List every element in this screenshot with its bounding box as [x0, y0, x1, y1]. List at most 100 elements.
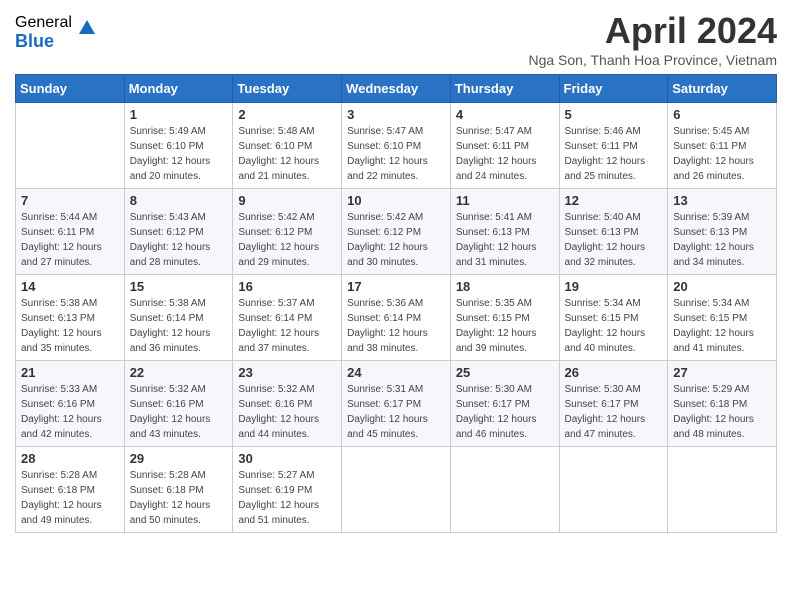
calendar-week-3: 14 Sunrise: 5:38 AM Sunset: 6:13 PM Dayli… — [16, 275, 777, 361]
day-info: Sunrise: 5:35 AM Sunset: 6:15 PM Dayligh… — [456, 296, 554, 356]
calendar-cell: 26 Sunrise: 5:30 AM Sunset: 6:17 PM Dayli… — [559, 361, 668, 447]
day-number: 6 — [673, 107, 771, 122]
calendar: SundayMondayTuesdayWednesdayThursdayFrid… — [15, 74, 777, 533]
calendar-cell: 21Sunrise: 5:33 AM Sunset: 6:16 PM Dayli… — [16, 361, 125, 447]
calendar-header-wednesday: Wednesday — [342, 75, 451, 103]
day-info: Sunrise: 5:42 AM Sunset: 6:12 PM Dayligh… — [347, 210, 445, 270]
calendar-header-sunday: Sunday — [16, 75, 125, 103]
day-info: Sunrise: 5:28 AM Sunset: 6:18 PM Dayligh… — [130, 468, 228, 528]
day-number: 16 — [238, 279, 336, 294]
day-info: Sunrise: 5:45 AM Sunset: 6:11 PM Dayligh… — [673, 124, 771, 184]
calendar-week-1: 1 Sunrise: 5:49 AM Sunset: 6:10 PM Daylig… — [16, 103, 777, 189]
calendar-cell: 1 Sunrise: 5:49 AM Sunset: 6:10 PM Daylig… — [124, 103, 233, 189]
day-info: Sunrise: 5:41 AM Sunset: 6:13 PM Dayligh… — [456, 210, 554, 270]
calendar-cell: 10Sunrise: 5:42 AM Sunset: 6:12 PM Dayli… — [342, 189, 451, 275]
calendar-cell — [668, 447, 777, 533]
calendar-cell — [450, 447, 559, 533]
day-info: Sunrise: 5:40 AM Sunset: 6:13 PM Dayligh… — [565, 210, 663, 270]
day-number: 19 — [565, 279, 663, 294]
calendar-cell: 9Sunrise: 5:42 AM Sunset: 6:12 PM Daylig… — [233, 189, 342, 275]
calendar-cell: 4 Sunrise: 5:47 AM Sunset: 6:11 PM Daylig… — [450, 103, 559, 189]
day-number: 2 — [238, 107, 336, 122]
day-number: 3 — [347, 107, 445, 122]
day-info: Sunrise: 5:31 AM Sunset: 6:17 PM Dayligh… — [347, 382, 445, 442]
subtitle: Nga Son, Thanh Hoa Province, Vietnam — [528, 52, 777, 68]
calendar-header-tuesday: Tuesday — [233, 75, 342, 103]
day-number: 23 — [238, 365, 336, 380]
day-info: Sunrise: 5:47 AM Sunset: 6:11 PM Dayligh… — [456, 124, 554, 184]
calendar-cell: 24Sunrise: 5:31 AM Sunset: 6:17 PM Dayli… — [342, 361, 451, 447]
page-header: General Blue April 2024 Nga Son, Thanh H… — [15, 10, 777, 68]
calendar-cell: 5Sunrise: 5:46 AM Sunset: 6:11 PM Daylig… — [559, 103, 668, 189]
day-info: Sunrise: 5:30 AM Sunset: 6:17 PM Dayligh… — [565, 382, 663, 442]
calendar-header-monday: Monday — [124, 75, 233, 103]
day-number: 7 — [21, 193, 119, 208]
day-info: Sunrise: 5:34 AM Sunset: 6:15 PM Dayligh… — [565, 296, 663, 356]
calendar-cell: 30Sunrise: 5:27 AM Sunset: 6:19 PM Dayli… — [233, 447, 342, 533]
calendar-cell: 11 Sunrise: 5:41 AM Sunset: 6:13 PM Dayli… — [450, 189, 559, 275]
calendar-cell: 6 Sunrise: 5:45 AM Sunset: 6:11 PM Daylig… — [668, 103, 777, 189]
day-number: 27 — [673, 365, 771, 380]
title-block: April 2024 Nga Son, Thanh Hoa Province, … — [528, 10, 777, 68]
day-info: Sunrise: 5:38 AM Sunset: 6:13 PM Dayligh… — [21, 296, 119, 356]
calendar-cell: 20Sunrise: 5:34 AM Sunset: 6:15 PM Dayli… — [668, 275, 777, 361]
day-number: 17 — [347, 279, 445, 294]
calendar-cell: 17 Sunrise: 5:36 AM Sunset: 6:14 PM Dayli… — [342, 275, 451, 361]
calendar-week-4: 21Sunrise: 5:33 AM Sunset: 6:16 PM Dayli… — [16, 361, 777, 447]
calendar-cell: 7 Sunrise: 5:44 AM Sunset: 6:11 PM Daylig… — [16, 189, 125, 275]
day-info: Sunrise: 5:30 AM Sunset: 6:17 PM Dayligh… — [456, 382, 554, 442]
day-info: Sunrise: 5:47 AM Sunset: 6:10 PM Dayligh… — [347, 124, 445, 184]
calendar-cell: 18 Sunrise: 5:35 AM Sunset: 6:15 PM Dayli… — [450, 275, 559, 361]
day-info: Sunrise: 5:27 AM Sunset: 6:19 PM Dayligh… — [238, 468, 336, 528]
day-info: Sunrise: 5:29 AM Sunset: 6:18 PM Dayligh… — [673, 382, 771, 442]
calendar-cell: 19 Sunrise: 5:34 AM Sunset: 6:15 PM Dayli… — [559, 275, 668, 361]
day-number: 1 — [130, 107, 228, 122]
day-info: Sunrise: 5:43 AM Sunset: 6:12 PM Dayligh… — [130, 210, 228, 270]
day-number: 5 — [565, 107, 663, 122]
day-info: Sunrise: 5:37 AM Sunset: 6:14 PM Dayligh… — [238, 296, 336, 356]
calendar-cell: 12 Sunrise: 5:40 AM Sunset: 6:13 PM Dayli… — [559, 189, 668, 275]
calendar-header-thursday: Thursday — [450, 75, 559, 103]
day-info: Sunrise: 5:32 AM Sunset: 6:16 PM Dayligh… — [238, 382, 336, 442]
day-info: Sunrise: 5:38 AM Sunset: 6:14 PM Dayligh… — [130, 296, 228, 356]
calendar-cell — [16, 103, 125, 189]
day-number: 4 — [456, 107, 554, 122]
calendar-week-2: 7 Sunrise: 5:44 AM Sunset: 6:11 PM Daylig… — [16, 189, 777, 275]
day-number: 14 — [21, 279, 119, 294]
calendar-cell — [559, 447, 668, 533]
calendar-cell: 27 Sunrise: 5:29 AM Sunset: 6:18 PM Dayli… — [668, 361, 777, 447]
logo-blue: Blue — [15, 32, 72, 52]
calendar-week-5: 28Sunrise: 5:28 AM Sunset: 6:18 PM Dayli… — [16, 447, 777, 533]
day-info: Sunrise: 5:39 AM Sunset: 6:13 PM Dayligh… — [673, 210, 771, 270]
calendar-header-friday: Friday — [559, 75, 668, 103]
day-info: Sunrise: 5:44 AM Sunset: 6:11 PM Dayligh… — [21, 210, 119, 270]
calendar-cell: 25Sunrise: 5:30 AM Sunset: 6:17 PM Dayli… — [450, 361, 559, 447]
calendar-cell — [342, 447, 451, 533]
calendar-cell: 22Sunrise: 5:32 AM Sunset: 6:16 PM Dayli… — [124, 361, 233, 447]
day-number: 22 — [130, 365, 228, 380]
day-number: 20 — [673, 279, 771, 294]
day-number: 18 — [456, 279, 554, 294]
calendar-header-row: SundayMondayTuesdayWednesdayThursdayFrid… — [16, 75, 777, 103]
calendar-cell: 2 Sunrise: 5:48 AM Sunset: 6:10 PM Daylig… — [233, 103, 342, 189]
day-info: Sunrise: 5:36 AM Sunset: 6:14 PM Dayligh… — [347, 296, 445, 356]
calendar-cell: 8 Sunrise: 5:43 AM Sunset: 6:12 PM Daylig… — [124, 189, 233, 275]
logo-text: General Blue — [15, 14, 72, 51]
calendar-cell: 23 Sunrise: 5:32 AM Sunset: 6:16 PM Dayli… — [233, 361, 342, 447]
day-number: 29 — [130, 451, 228, 466]
day-number: 9 — [238, 193, 336, 208]
month-title: April 2024 — [528, 10, 777, 52]
day-info: Sunrise: 5:49 AM Sunset: 6:10 PM Dayligh… — [130, 124, 228, 184]
calendar-cell: 28Sunrise: 5:28 AM Sunset: 6:18 PM Dayli… — [16, 447, 125, 533]
day-number: 13 — [673, 193, 771, 208]
day-info: Sunrise: 5:48 AM Sunset: 6:10 PM Dayligh… — [238, 124, 336, 184]
calendar-cell: 16 Sunrise: 5:37 AM Sunset: 6:14 PM Dayli… — [233, 275, 342, 361]
day-number: 12 — [565, 193, 663, 208]
logo-icon — [75, 16, 99, 40]
day-number: 8 — [130, 193, 228, 208]
calendar-header-saturday: Saturday — [668, 75, 777, 103]
calendar-cell: 29 Sunrise: 5:28 AM Sunset: 6:18 PM Dayli… — [124, 447, 233, 533]
day-number: 26 — [565, 365, 663, 380]
day-number: 11 — [456, 193, 554, 208]
calendar-cell: 13 Sunrise: 5:39 AM Sunset: 6:13 PM Dayli… — [668, 189, 777, 275]
